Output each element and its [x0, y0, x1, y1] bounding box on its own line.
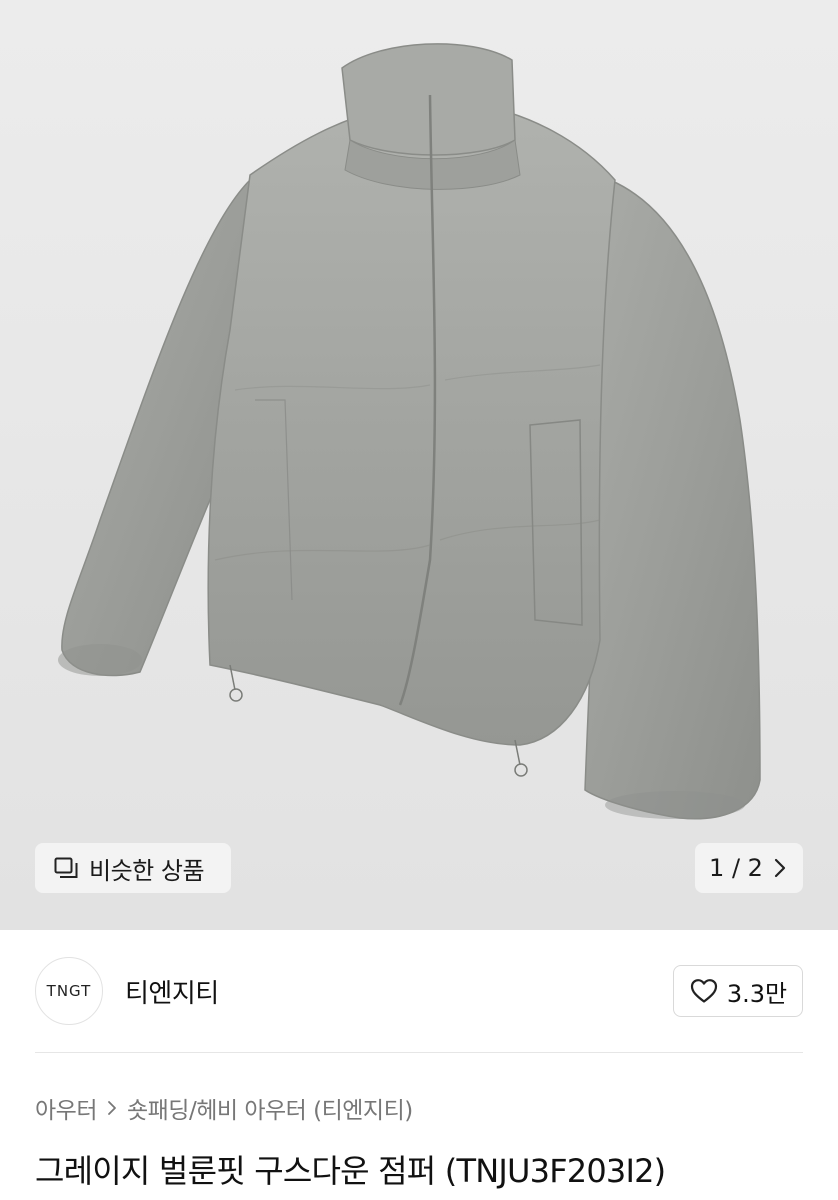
heart-icon [689, 977, 719, 1005]
divider [35, 1052, 803, 1053]
similar-products-label: 비슷한 상품 [89, 856, 205, 885]
breadcrumb-item-category[interactable]: 숏패딩/헤비 아우터 (티엔지티) [127, 1091, 413, 1125]
product-image-gallery[interactable]: 비슷한 상품 1 / 2 [0, 0, 838, 930]
seller-name[interactable]: 티엔지티 [125, 973, 219, 1010]
pager-count: 1 / 2 [709, 854, 763, 882]
seller-logo-text: TNGT [46, 982, 92, 1000]
product-image-jacket [58, 43, 761, 820]
like-count: 3.3만 [726, 979, 788, 1008]
image-pager[interactable]: 1 / 2 [695, 843, 803, 893]
seller-avatar[interactable]: TNGT [35, 957, 103, 1025]
copy-icon [53, 855, 79, 881]
chevron-right-icon [107, 1100, 117, 1116]
product-title: 그레이지 벌룬핏 구스다운 점퍼 (TNJU3F203I2) [35, 1152, 666, 1190]
breadcrumb: 아우터 숏패딩/헤비 아우터 (티엔지티) [35, 1092, 413, 1124]
seller-row: TNGT 티엔지티 3.3만 [35, 957, 803, 1025]
breadcrumb-item-outer[interactable]: 아우터 [35, 1091, 97, 1125]
chevron-right-icon [771, 857, 789, 879]
like-button[interactable]: 3.3만 [673, 965, 803, 1017]
similar-products-button[interactable]: 비슷한 상품 [35, 843, 231, 893]
